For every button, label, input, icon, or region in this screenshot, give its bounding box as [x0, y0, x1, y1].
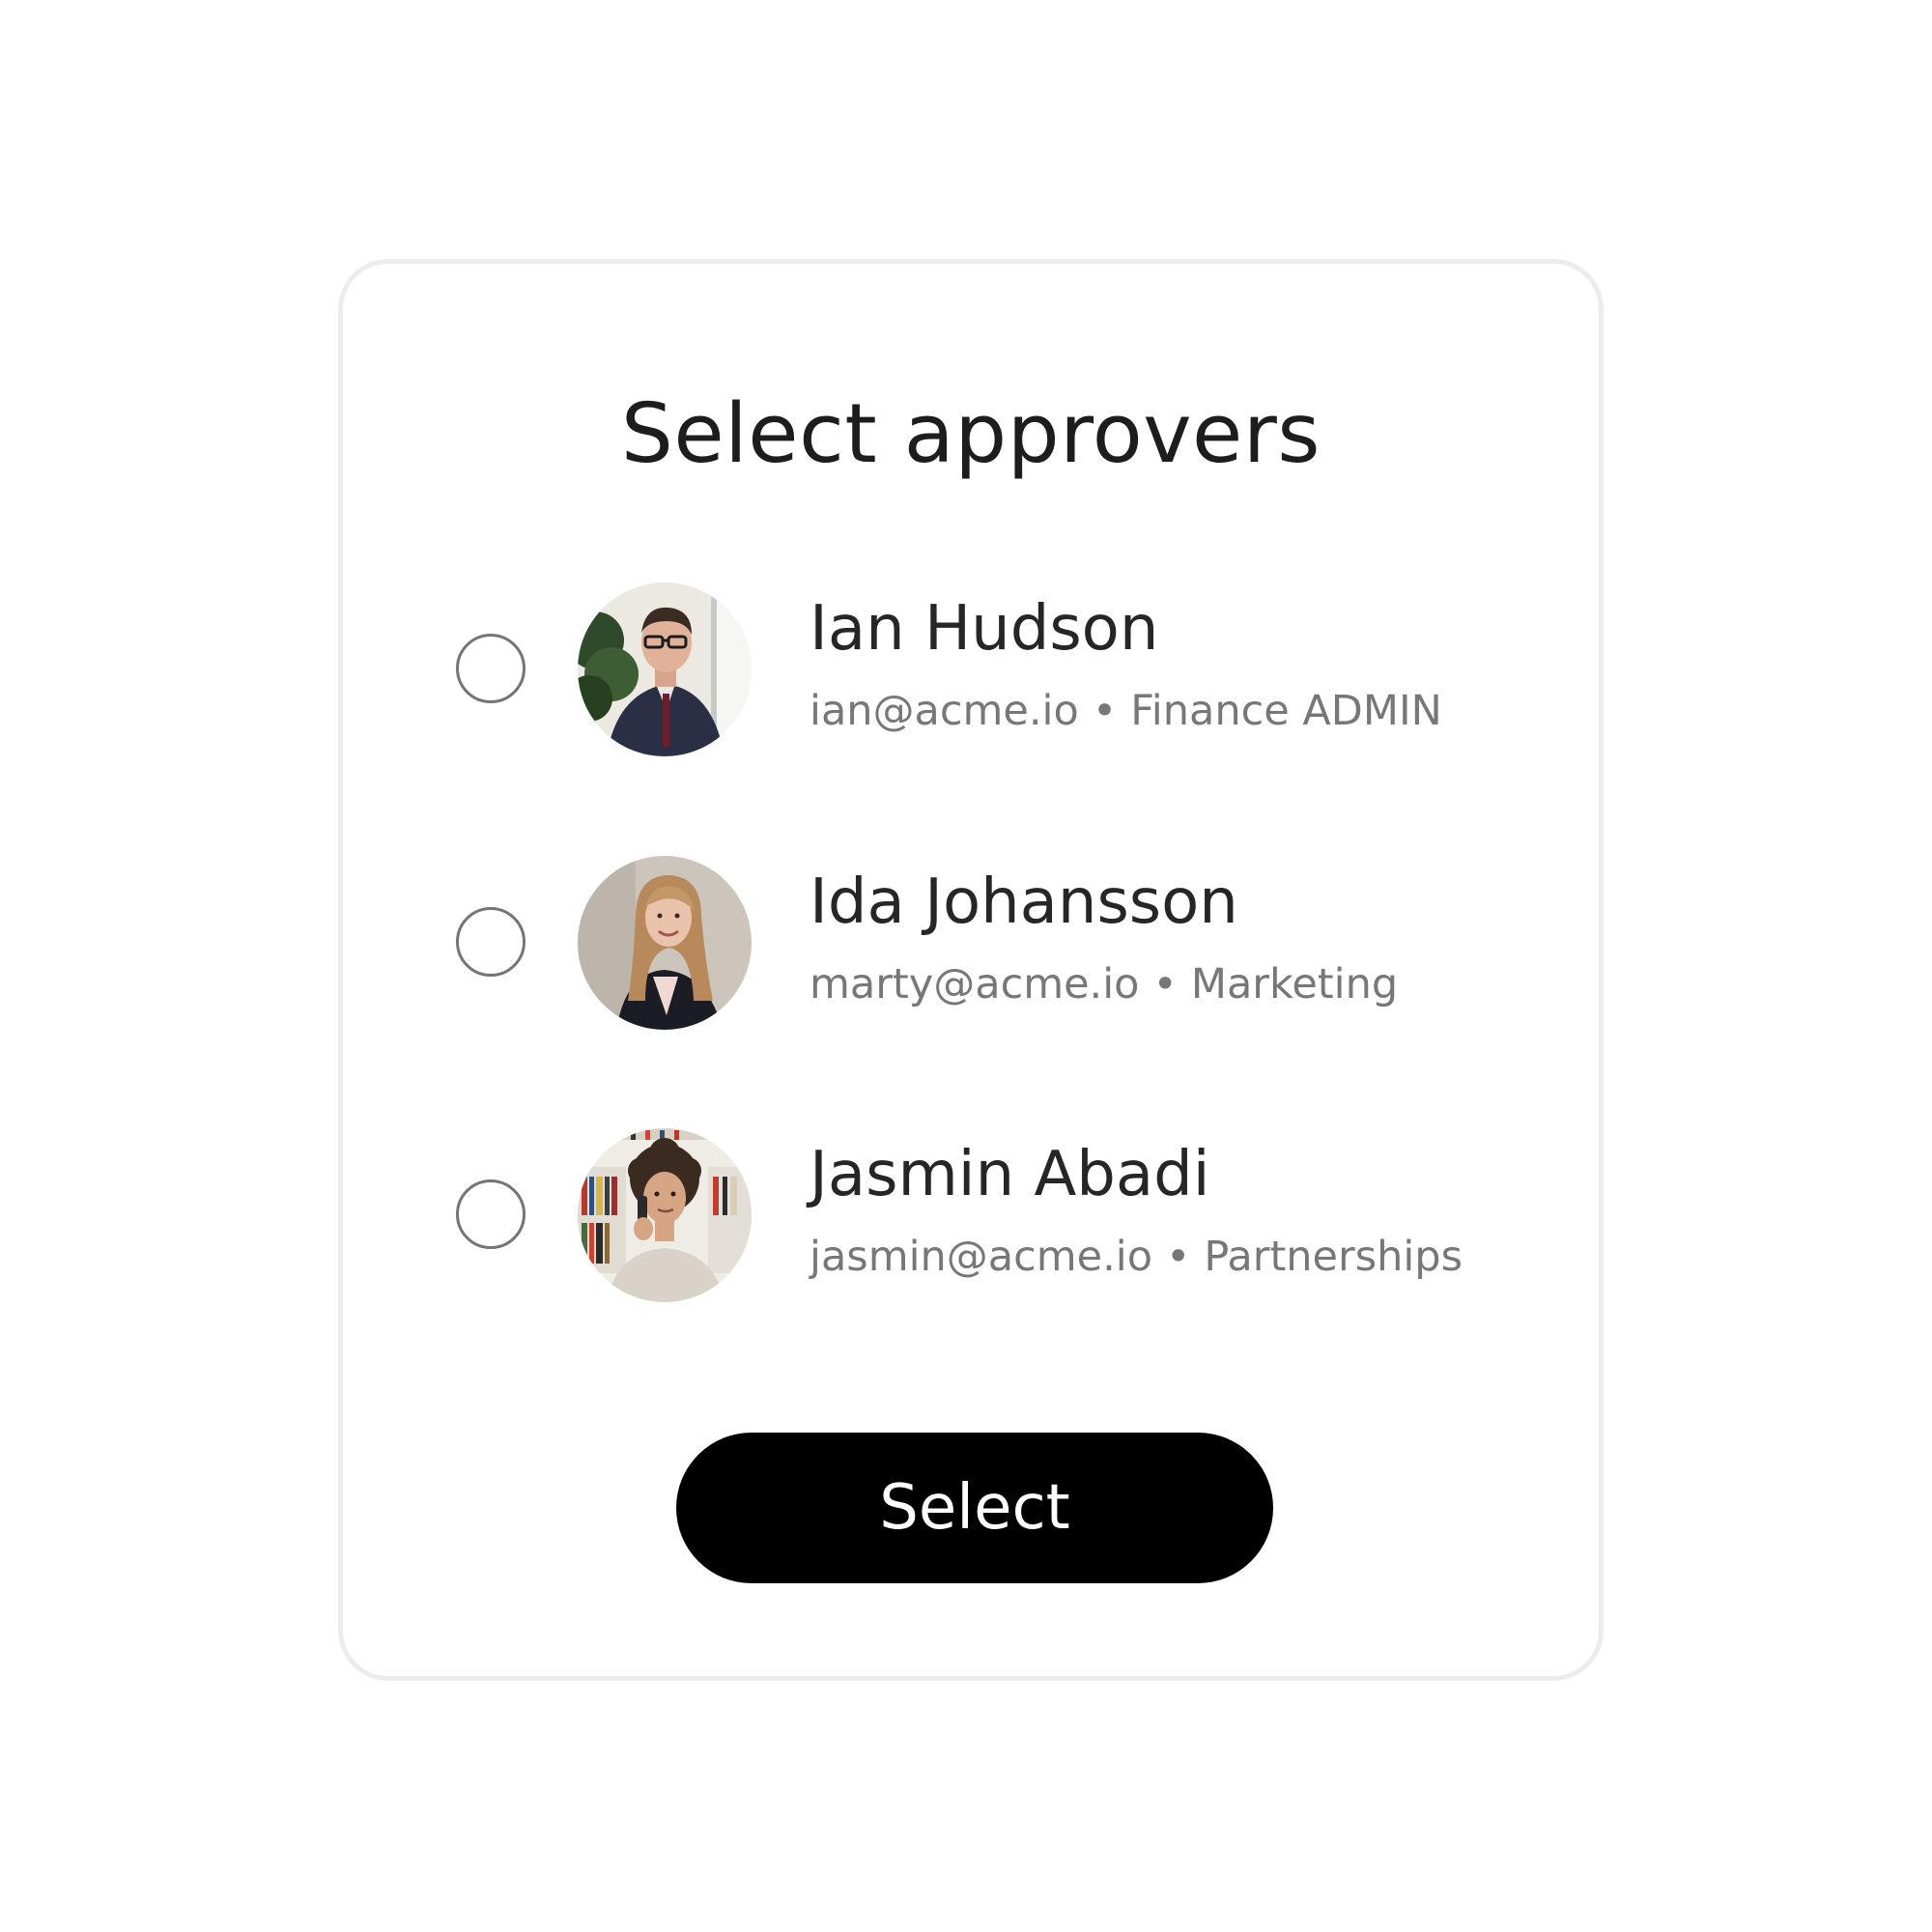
- avatar: [578, 856, 752, 1030]
- avatar: [578, 1128, 752, 1302]
- approver-meta: jasmin@acme.io • Partnerships: [810, 1233, 1463, 1281]
- approver-email: marty@acme.io: [810, 960, 1140, 1009]
- approver-item[interactable]: Ida Johansson marty@acme.io • Marketing: [343, 851, 1599, 1035]
- approver-email: ian@acme.io: [810, 687, 1079, 735]
- approver-role: Finance ADMIN: [1130, 687, 1442, 735]
- meta-separator: •: [1166, 1233, 1191, 1281]
- approvers-dialog: Select approvers Ian Hudson ian@acme.io …: [338, 259, 1604, 1681]
- approver-meta: ian@acme.io • Finance ADMIN: [810, 687, 1442, 735]
- approver-name: Ida Johansson: [810, 867, 1238, 938]
- meta-separator: •: [1092, 687, 1118, 735]
- person-photo-icon: [578, 856, 752, 1030]
- person-photo-icon: [578, 1128, 752, 1302]
- approver-role: Marketing: [1190, 960, 1399, 1009]
- person-photo-icon: [578, 582, 752, 756]
- approver-email: jasmin@acme.io: [810, 1233, 1153, 1281]
- approver-name: Jasmin Abadi: [810, 1139, 1210, 1210]
- approver-meta: marty@acme.io • Marketing: [810, 960, 1399, 1009]
- approver-name: Ian Hudson: [810, 593, 1159, 665]
- meta-separator: •: [1152, 960, 1178, 1009]
- approver-radio[interactable]: [456, 1179, 526, 1249]
- approver-item[interactable]: Ian Hudson ian@acme.io • Finance ADMIN: [343, 578, 1599, 761]
- approver-role: Partnerships: [1204, 1233, 1463, 1281]
- approver-item[interactable]: Jasmin Abadi jasmin@acme.io • Partnerships: [343, 1123, 1599, 1307]
- approver-radio[interactable]: [456, 907, 526, 977]
- approver-radio[interactable]: [456, 634, 526, 703]
- avatar: [578, 582, 752, 756]
- select-button[interactable]: Select: [676, 1433, 1273, 1583]
